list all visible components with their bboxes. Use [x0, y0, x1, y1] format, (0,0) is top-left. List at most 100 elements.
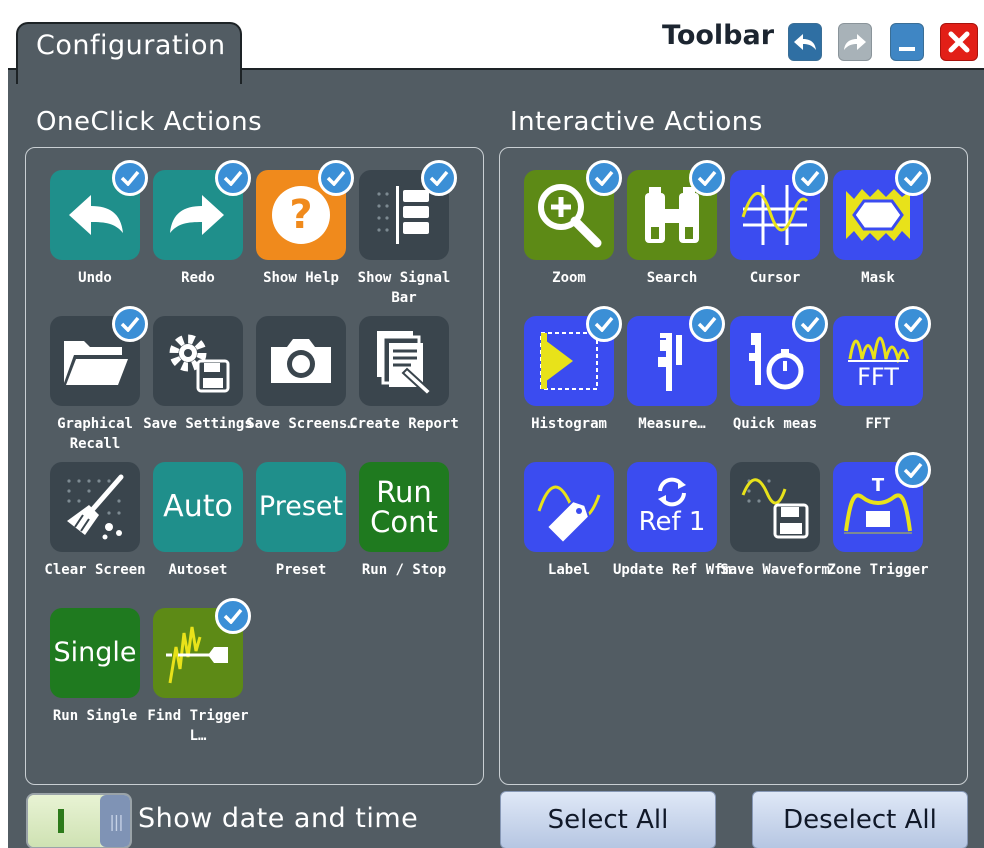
tile-graphical-recall[interactable]: Graphical Recall	[50, 306, 148, 452]
checkmark-icon	[112, 306, 148, 342]
redo-icon	[844, 34, 866, 50]
tile-label-tool[interactable]: Label	[524, 462, 614, 578]
tile-label: Measure…	[638, 416, 706, 432]
save-settings-icon	[153, 316, 243, 406]
histogram-icon	[524, 306, 622, 406]
refresh-icon	[658, 477, 686, 507]
close-icon	[948, 31, 970, 53]
minimize-icon	[899, 47, 915, 51]
checkmark-icon	[792, 306, 828, 342]
tile-label: Search	[646, 270, 698, 286]
tile-zone-trigger[interactable]: T Zone Trigger	[827, 452, 931, 578]
tile-autoset[interactable]: Auto Autoset	[153, 462, 243, 578]
run-cont-icon: Run Cont	[359, 462, 449, 552]
tile-label: Quick meas	[732, 416, 818, 432]
tile-label: Graphical Recall	[57, 416, 133, 452]
svg-text:?: ?	[289, 192, 312, 238]
checkmark-icon	[895, 452, 931, 488]
tile-save-screenshot[interactable]: Save Screens…	[246, 316, 356, 432]
tile-label: Redo	[181, 270, 215, 286]
tile-cursor[interactable]: Cursor	[730, 160, 828, 286]
label-icon	[524, 462, 614, 552]
tile-search[interactable]: Search	[627, 160, 725, 286]
tile-label: FFT	[865, 416, 891, 432]
redo-icon	[153, 160, 251, 260]
tile-label: Clear Screen	[44, 562, 146, 578]
measure-icon	[627, 306, 725, 406]
checkmark-icon	[586, 160, 622, 196]
tile-label: Zone Trigger	[827, 562, 929, 578]
titlebar-undo-button[interactable]	[788, 23, 822, 61]
titlebar-redo-button[interactable]	[838, 23, 872, 61]
svg-text:T: T	[872, 475, 885, 496]
help-icon: ?	[256, 160, 354, 260]
tile-label: Create Report	[349, 416, 459, 432]
clear-screen-icon	[50, 462, 140, 552]
tile-label: Undo	[78, 270, 112, 286]
tile-show-signal-bar[interactable]: Show Signal Bar	[358, 160, 457, 306]
tile-preset[interactable]: Preset Preset	[256, 462, 346, 578]
folder-icon	[50, 306, 148, 406]
tile-label: Cursor	[749, 270, 801, 286]
deselect-all-button[interactable]: Deselect All	[752, 791, 968, 848]
titlebar-close-button[interactable]	[940, 23, 978, 61]
tile-label: Run / Stop	[361, 562, 447, 578]
signal-bar-icon	[359, 160, 457, 260]
tile-label: Label	[547, 562, 591, 578]
tile-label: Zoom	[552, 270, 586, 286]
tile-show-help[interactable]: ? Show Help	[256, 160, 354, 286]
checkmark-icon	[689, 306, 725, 342]
binoculars-icon	[627, 160, 725, 260]
tile-find-trigger-level[interactable]: Find Trigger L…	[147, 598, 251, 744]
find-trigger-level-icon	[153, 598, 251, 698]
tile-label: Histogram	[531, 416, 607, 432]
tile-redo[interactable]: Redo	[153, 160, 251, 286]
tile-histogram[interactable]: Histogram	[524, 306, 622, 432]
show-date-time-toggle[interactable]: |||	[26, 793, 132, 848]
preset-icon: Preset	[256, 462, 346, 552]
update-ref-icon: Ref 1	[627, 462, 717, 552]
checkmark-icon	[689, 160, 725, 196]
tile-undo[interactable]: Undo	[50, 160, 148, 286]
tile-save-settings[interactable]: Save Settings	[143, 316, 253, 432]
autoset-icon: Auto	[153, 462, 243, 552]
tile-label: Save Waveform	[720, 562, 830, 578]
checkmark-icon	[421, 160, 457, 196]
tile-label: Update Ref Wfm	[613, 562, 732, 578]
checkmark-icon	[586, 306, 622, 342]
tile-label: Mask	[861, 270, 895, 286]
tile-label: Find Trigger L…	[147, 708, 249, 744]
tile-save-waveform[interactable]: Save Waveform	[720, 462, 830, 578]
checkmark-icon	[215, 160, 251, 196]
tile-create-report[interactable]: Create Report	[349, 316, 459, 432]
toggle-on-area	[28, 795, 100, 847]
tile-fft[interactable]: FFT FFT	[833, 306, 931, 432]
toolbar-configuration-dialog: Configuration Toolbar OneClick Actions U…	[8, 10, 984, 848]
toggle-knob[interactable]: |||	[100, 795, 130, 847]
titlebar-minimize-button[interactable]	[890, 23, 924, 61]
tile-quick-meas[interactable]: Quick meas	[730, 306, 828, 432]
tile-run-stop[interactable]: Run Cont Run / Stop	[359, 462, 449, 578]
tile-label: Show Signal Bar	[357, 270, 451, 306]
fft-icon: FFT	[833, 306, 931, 406]
tab-configuration[interactable]: Configuration	[16, 22, 242, 84]
oneclick-actions-heading: OneClick Actions	[36, 107, 263, 137]
tile-update-ref-wfm[interactable]: Ref 1 Update Ref Wfm	[613, 462, 731, 578]
dialog-title: Toolbar	[662, 20, 775, 51]
report-icon	[359, 316, 449, 406]
quick-meas-icon	[730, 306, 828, 406]
tile-zoom[interactable]: Zoom	[524, 160, 622, 286]
tile-mask[interactable]: Mask	[833, 160, 931, 286]
tile-run-single[interactable]: Single Run Single	[50, 608, 140, 724]
tile-clear-screen[interactable]: Clear Screen	[44, 462, 146, 578]
select-all-button[interactable]: Select All	[500, 791, 716, 848]
checkmark-icon	[895, 306, 931, 342]
checkmark-icon	[318, 160, 354, 196]
tile-measurements[interactable]: Measure…	[627, 306, 725, 432]
mask-icon	[833, 160, 931, 260]
tile-label: Show Help	[263, 270, 339, 286]
checkmark-icon	[112, 160, 148, 196]
show-date-time-label: Show date and time	[138, 803, 419, 834]
oneclick-actions-group: Undo Redo ? Show Help Show Signal Bar Gr…	[25, 147, 484, 785]
tile-label: Save Settings	[143, 416, 253, 432]
